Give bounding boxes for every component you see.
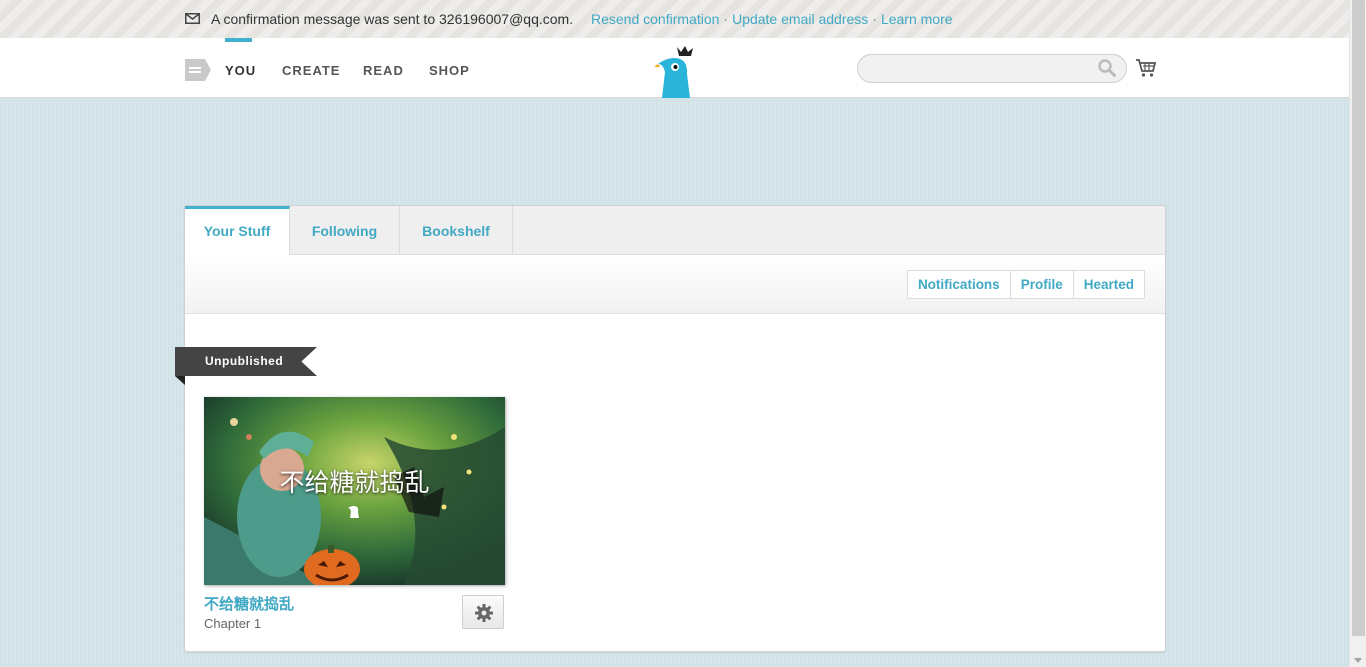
scroll-down-arrow-icon[interactable] bbox=[1354, 658, 1362, 663]
active-nav-indicator bbox=[225, 38, 252, 42]
cover-title: 不给糖就捣乱 bbox=[279, 468, 430, 497]
story-title-link[interactable]: 不给糖就捣乱 bbox=[204, 593, 294, 614]
menu-icon[interactable] bbox=[185, 59, 211, 81]
confirmation-message: A confirmation message was sent to 32619… bbox=[211, 11, 574, 27]
resend-confirmation-link[interactable]: Resend confirmation bbox=[591, 11, 719, 27]
library-panel: Your Stuff Following Bookshelf Notificat… bbox=[175, 205, 1166, 652]
link-separator: · bbox=[723, 11, 729, 27]
site-header: YOU CREATE READ SHOP bbox=[0, 38, 1349, 98]
page-scrollbar[interactable] bbox=[1349, 0, 1366, 667]
story-chapter: Chapter 1 bbox=[204, 616, 262, 631]
cover-bird-icon bbox=[348, 506, 359, 518]
library-tabbar: Your Stuff Following Bookshelf bbox=[185, 206, 1165, 256]
story-cover[interactable]: 不给糖就捣乱 bbox=[204, 397, 505, 585]
subtab-profile[interactable]: Profile bbox=[1011, 271, 1074, 298]
scrollbar-thumb[interactable] bbox=[1352, 0, 1365, 636]
story-settings-button[interactable] bbox=[462, 595, 504, 629]
nav-shop[interactable]: SHOP bbox=[429, 63, 470, 78]
tab-following[interactable]: Following bbox=[290, 206, 400, 255]
cart-icon[interactable] bbox=[1135, 58, 1157, 78]
nav-read[interactable]: READ bbox=[363, 63, 404, 78]
confirmation-notice-bar: A confirmation message was sent to 32619… bbox=[0, 0, 1349, 38]
tab-your-stuff[interactable]: Your Stuff bbox=[185, 206, 290, 256]
ribbon-fold bbox=[175, 376, 185, 385]
tab-bookshelf[interactable]: Bookshelf bbox=[400, 206, 513, 255]
search-input[interactable] bbox=[857, 54, 1127, 83]
nav-create[interactable]: CREATE bbox=[282, 63, 340, 78]
subtab-group: Notifications Profile Hearted bbox=[906, 270, 1145, 299]
learn-more-link[interactable]: Learn more bbox=[881, 11, 953, 27]
notice-links: Resend confirmation · Update email address… bbox=[591, 11, 953, 27]
unpublished-ribbon: Unpublished bbox=[175, 347, 317, 376]
nav-you[interactable]: YOU bbox=[225, 63, 256, 78]
subtab-bar: Notifications Profile Hearted bbox=[185, 255, 1165, 314]
gear-icon bbox=[475, 604, 493, 622]
bird-logo-icon[interactable] bbox=[654, 44, 696, 98]
subtab-notifications[interactable]: Notifications bbox=[908, 271, 1011, 298]
search-icon[interactable] bbox=[1098, 59, 1116, 77]
update-email-link[interactable]: Update email address bbox=[732, 11, 868, 27]
mail-icon bbox=[185, 13, 200, 24]
link-separator: · bbox=[872, 11, 877, 27]
subtab-hearted[interactable]: Hearted bbox=[1074, 271, 1144, 298]
